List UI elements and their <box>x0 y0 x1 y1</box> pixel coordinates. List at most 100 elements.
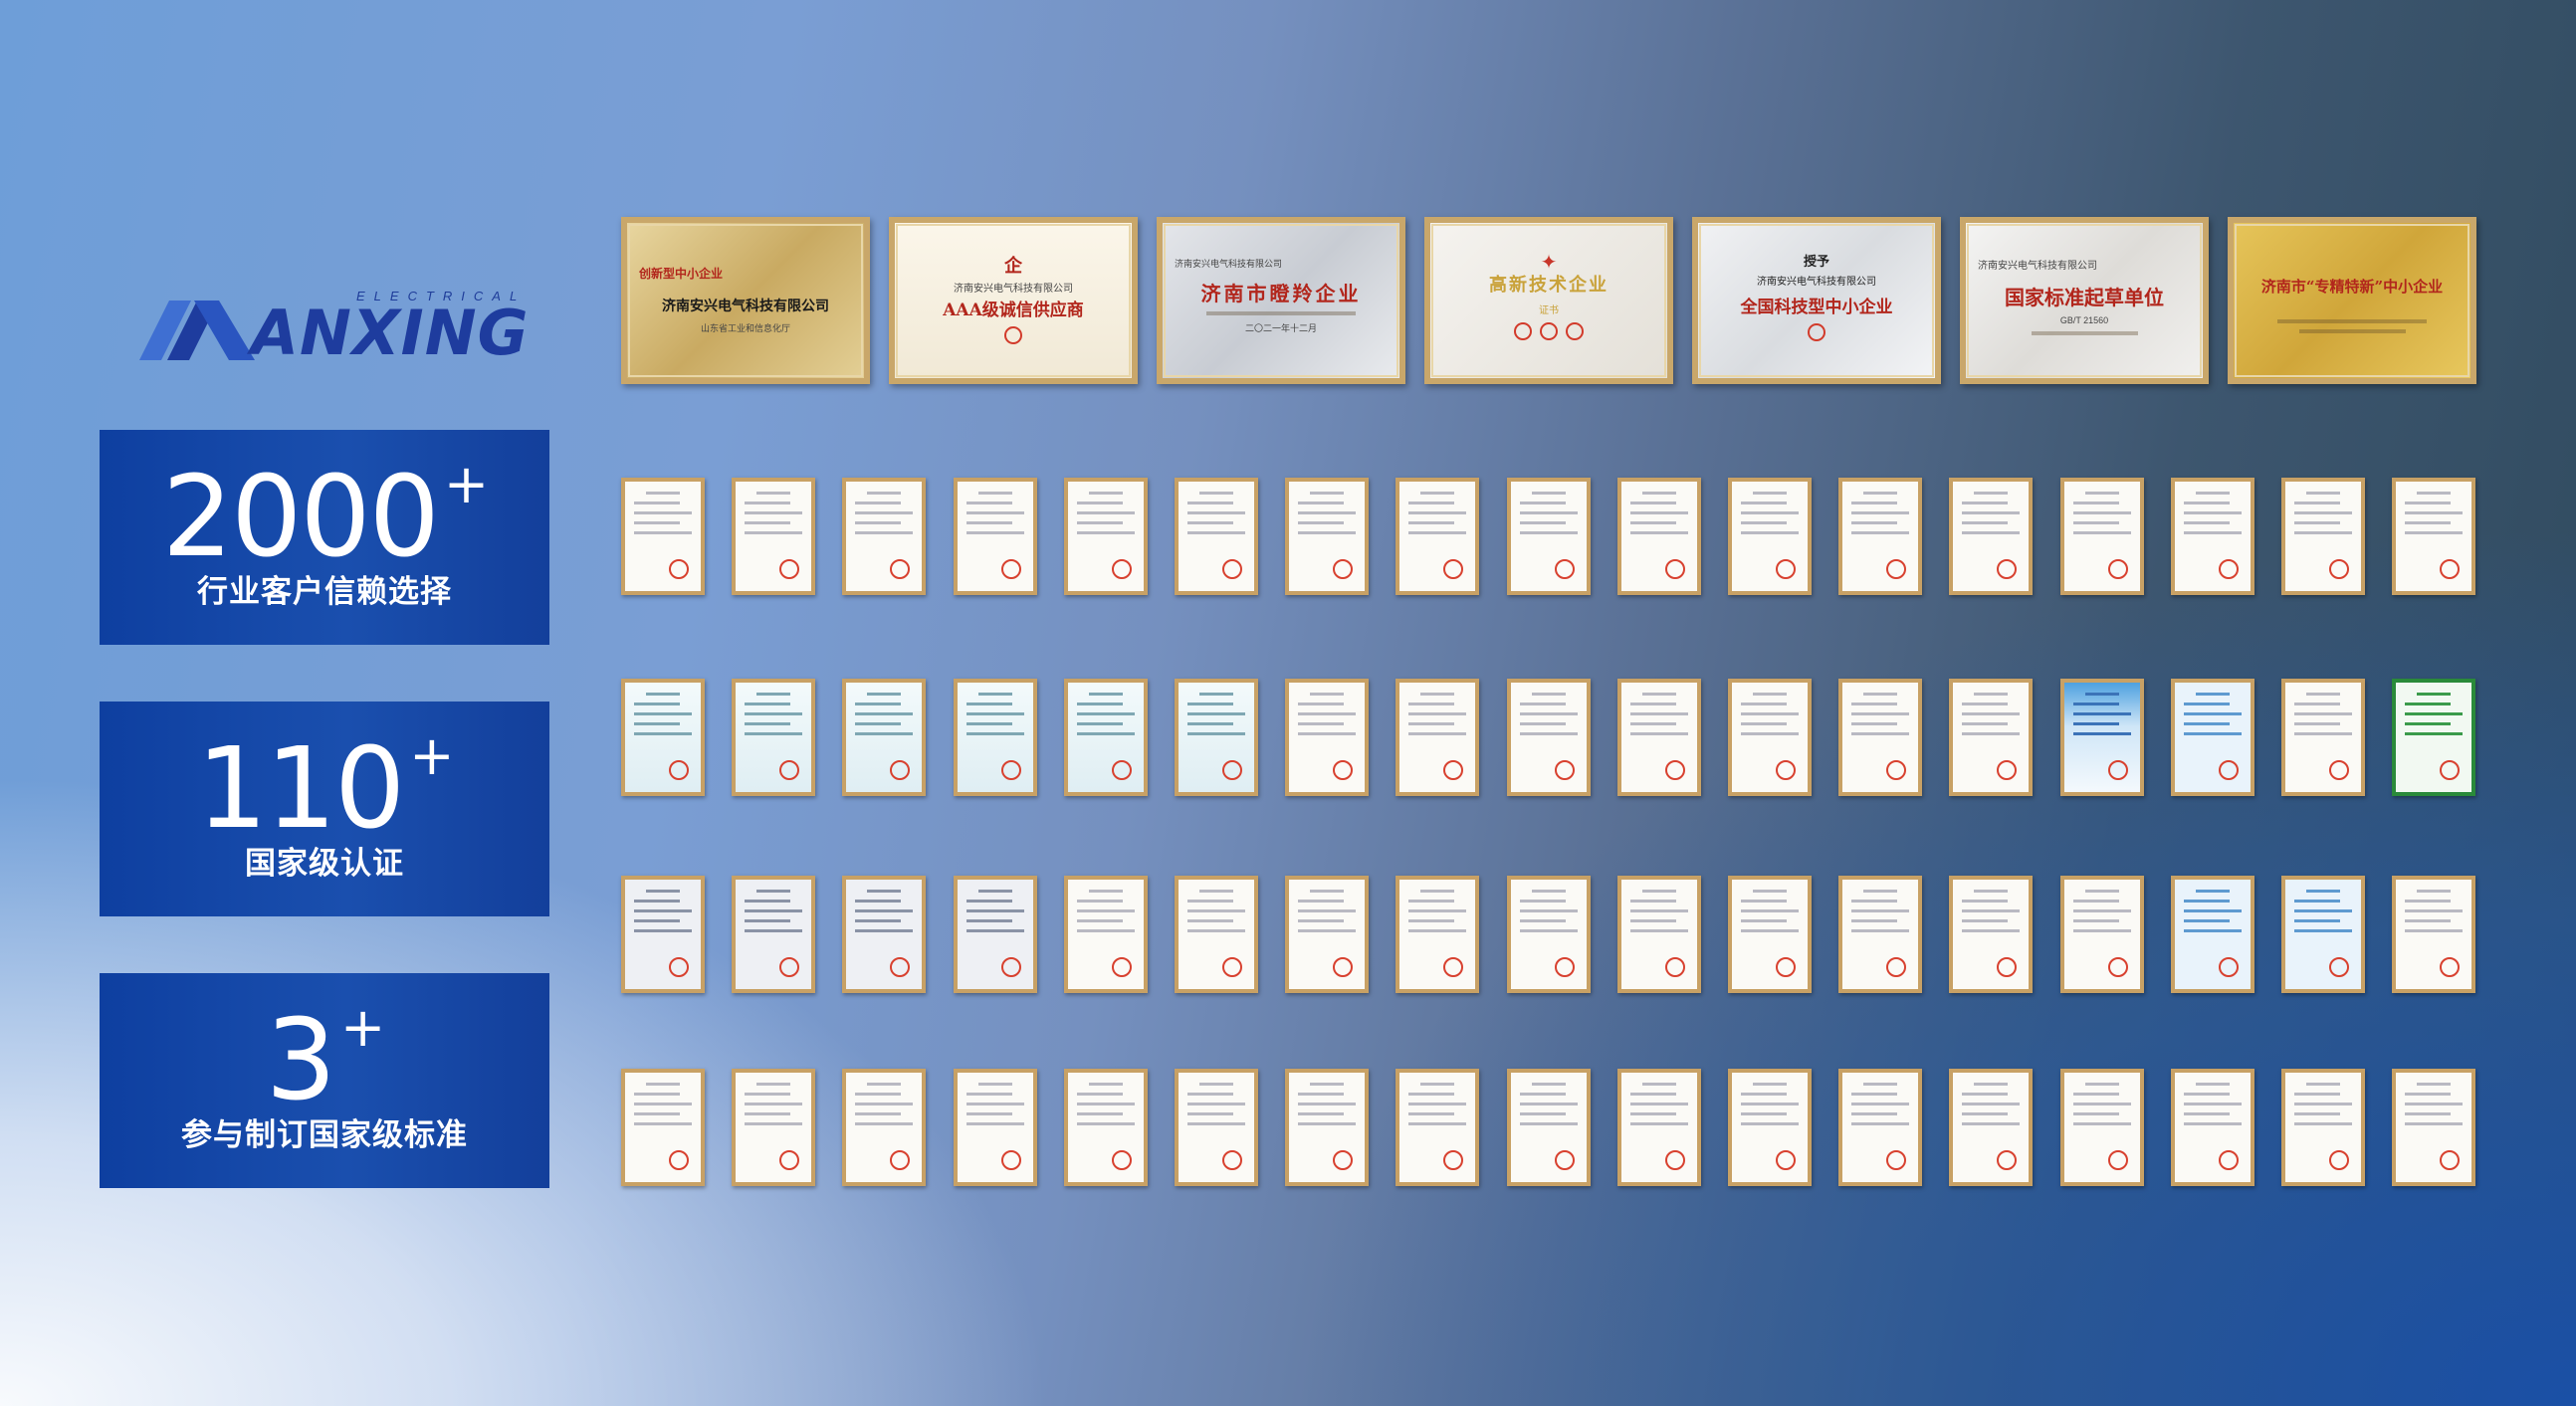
cert-stamp-icon <box>1555 559 1575 579</box>
cert-text-line <box>1851 900 1898 903</box>
certificate-thumbnail <box>1838 478 1922 595</box>
certificate-thumbnail <box>954 876 1037 993</box>
cert-title-line <box>2195 1083 2231 1086</box>
cert-text-line <box>1408 712 1466 715</box>
cert-title-line <box>1973 492 2009 495</box>
cert-text-line <box>2294 712 2352 715</box>
cert-text-line <box>1520 909 1578 912</box>
certificate-thumbnail <box>2392 1069 2475 1186</box>
cert-text-line <box>2405 909 2463 912</box>
cert-text-line <box>1298 722 1345 725</box>
cert-text-line <box>1187 909 1245 912</box>
cert-title-line <box>2084 492 2120 495</box>
cert-title-line <box>1419 693 1455 696</box>
certificate-thumbnail <box>2281 679 2365 796</box>
certificate-thumbnail <box>1617 1069 1701 1186</box>
cert-text-line <box>2405 1093 2452 1096</box>
cert-text-line <box>1408 929 1466 932</box>
stamp-icon <box>1808 322 1825 341</box>
certificate-thumbnail <box>2060 876 2144 993</box>
cert-text-line <box>1298 531 1356 534</box>
cert-text-line <box>1520 1093 1567 1096</box>
cert-stamp-icon <box>2329 1150 2349 1170</box>
plaque-high-tech-enterprise: ✦ 高新技术企业 证书 <box>1424 217 1673 384</box>
cert-text-line <box>1077 511 1135 514</box>
cert-text-line <box>1630 1093 1677 1096</box>
plaque-text-line <box>2298 329 2406 333</box>
cert-text-line <box>966 531 1024 534</box>
cert-text-line <box>1298 732 1356 735</box>
cert-text-line <box>966 900 1013 903</box>
cert-text-line <box>1630 1112 1677 1115</box>
cert-text-line <box>2073 712 2131 715</box>
cert-stamp-icon <box>779 760 799 780</box>
cert-text-line <box>1298 909 1356 912</box>
cert-title-line <box>1752 492 1788 495</box>
cert-text-line <box>855 732 913 735</box>
cert-text-line <box>2073 909 2131 912</box>
cert-title-line <box>2195 693 2231 696</box>
cert-text-line <box>1962 1112 2009 1115</box>
cert-text-line <box>1187 531 1245 534</box>
cert-text-line <box>1962 919 2009 922</box>
cert-text-line <box>1408 1103 1466 1105</box>
certificate-thumbnail <box>1395 679 1479 796</box>
cert-text-line <box>1520 1103 1578 1105</box>
cert-text-line <box>1520 712 1578 715</box>
cert-text-line <box>1408 502 1455 504</box>
cert-stamp-icon <box>1997 559 2017 579</box>
cert-text-line <box>2405 929 2463 932</box>
plaque-text-line <box>2277 319 2427 323</box>
cert-stamp-icon <box>1112 957 1132 977</box>
certificate-thumbnail <box>1728 1069 1812 1186</box>
cert-text-line <box>855 900 902 903</box>
cert-stamp-icon <box>1776 760 1796 780</box>
certificate-thumbnail <box>1949 1069 2033 1186</box>
certificate-thumbnail <box>1949 876 2033 993</box>
cert-stamp-icon <box>1555 1150 1575 1170</box>
cert-text-line <box>2073 1112 2120 1115</box>
cert-stamp-icon <box>890 1150 910 1170</box>
cert-stamp-icon <box>1665 760 1685 780</box>
cert-stamp-icon <box>1001 559 1021 579</box>
cert-title-line <box>1309 492 1345 495</box>
certificate-thumbnail <box>842 679 926 796</box>
cert-text-line <box>1630 929 1688 932</box>
cert-text-line <box>745 1112 791 1115</box>
cert-text-line <box>634 722 681 725</box>
certificate-thumbnail <box>842 478 926 595</box>
cert-text-line <box>1077 703 1124 705</box>
plaque-company: 济南安兴电气科技有限公司 <box>1757 276 1876 288</box>
cert-text-line <box>1298 1122 1356 1125</box>
cert-text-line <box>1187 1093 1234 1096</box>
certificate-thumbnail <box>1395 478 1479 595</box>
cert-text-line <box>1520 722 1567 725</box>
cert-text-line <box>1520 1112 1567 1115</box>
certificate-thumbnail <box>1395 1069 1479 1186</box>
stamp-icon <box>1004 326 1022 345</box>
cert-title-line <box>1641 890 1677 893</box>
cert-text-line <box>2405 919 2452 922</box>
cert-text-line <box>1630 1122 1688 1125</box>
cert-text-line <box>1408 732 1466 735</box>
cert-text-line <box>1077 1103 1135 1105</box>
cert-text-line <box>1962 712 2020 715</box>
cert-text-line <box>1077 909 1135 912</box>
cert-text-line <box>966 929 1024 932</box>
flame-emblem-icon: ✦ <box>1540 251 1558 274</box>
cert-text-line <box>745 1093 791 1096</box>
cert-title-line <box>2305 1083 2341 1086</box>
cert-title-line <box>755 492 791 495</box>
cert-text-line <box>1298 900 1345 903</box>
cert-stamp-icon <box>1886 957 1906 977</box>
cert-text-line <box>2184 511 2242 514</box>
cert-text-line <box>1741 1103 1799 1105</box>
certificate-thumbnail <box>954 679 1037 796</box>
certificate-thumbnail <box>621 876 705 993</box>
cert-text-line <box>855 909 913 912</box>
cert-stamp-icon <box>890 559 910 579</box>
cert-text-line <box>1077 900 1124 903</box>
cert-stamp-icon <box>1222 559 1242 579</box>
cert-title-line <box>645 890 681 893</box>
cert-title-line <box>1641 492 1677 495</box>
